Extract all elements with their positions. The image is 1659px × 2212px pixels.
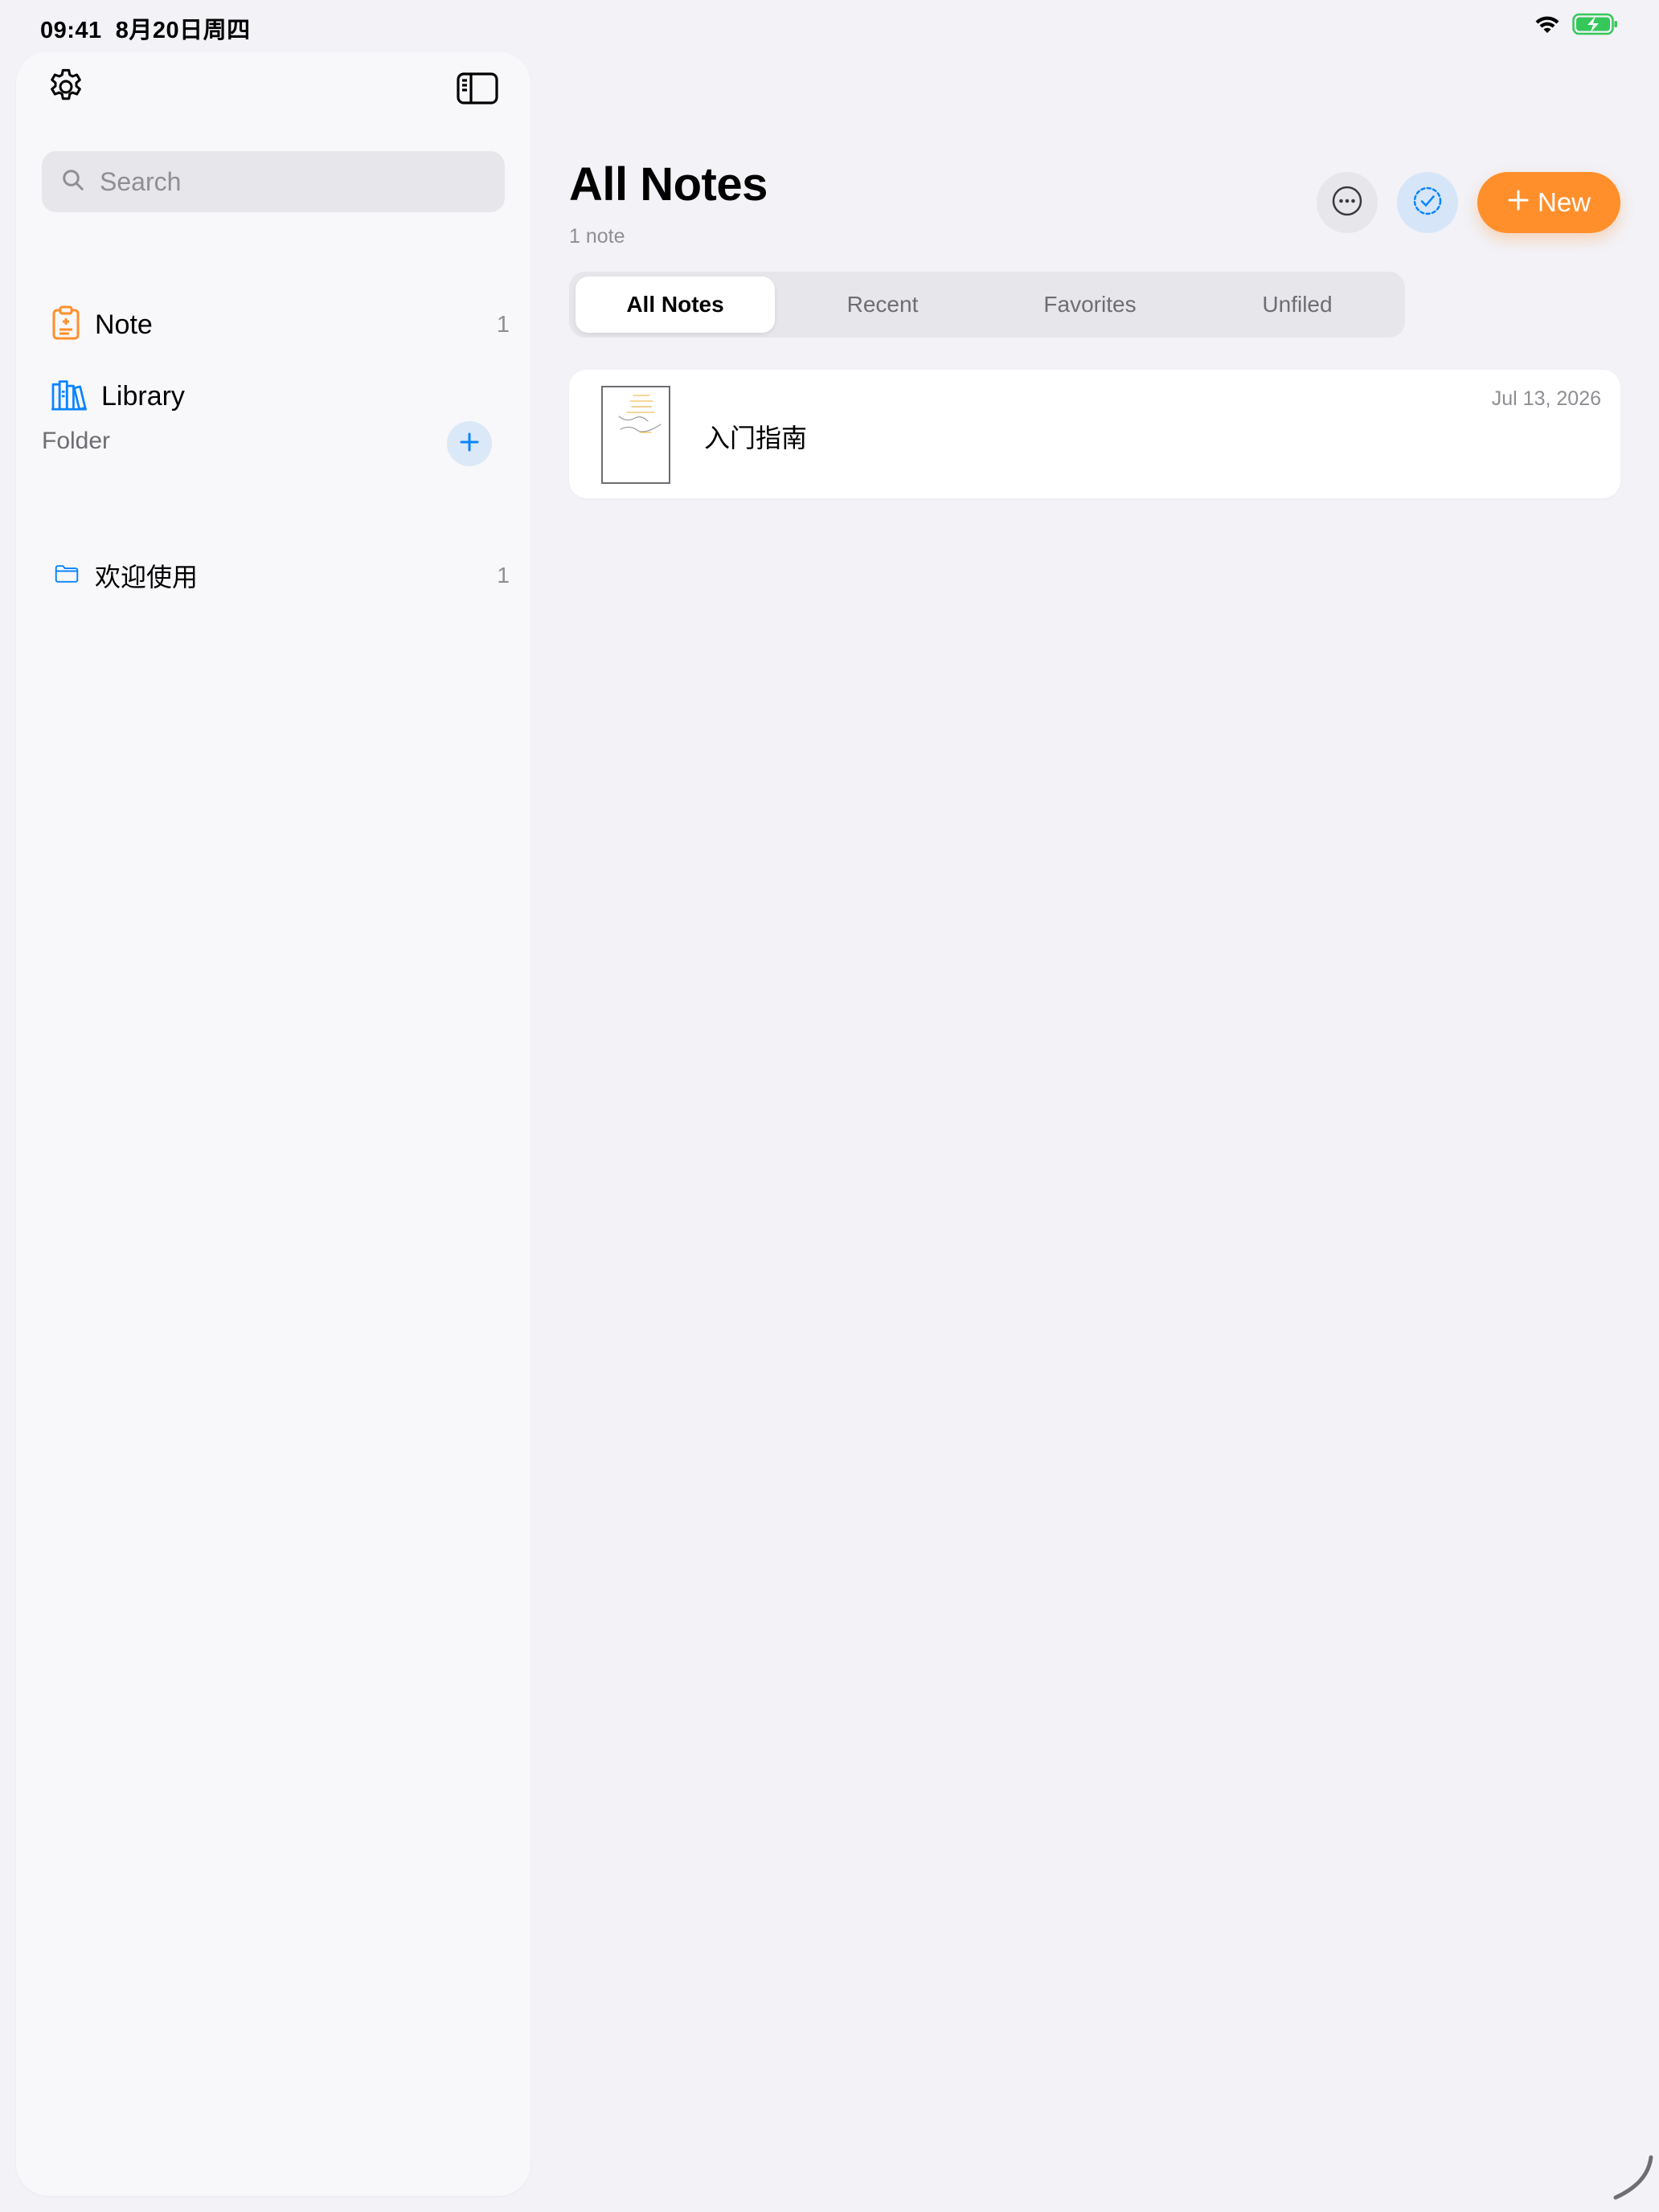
sidebar-item-library[interactable]: Library <box>51 367 510 425</box>
new-note-button[interactable]: New <box>1477 172 1620 233</box>
tab-favorites[interactable]: Favorites <box>990 276 1190 333</box>
note-thumbnail <box>601 386 670 484</box>
search-bar[interactable] <box>42 151 505 212</box>
ellipsis-circle-icon <box>1331 185 1363 221</box>
clipboard-icon <box>51 305 80 345</box>
search-icon <box>61 168 85 196</box>
note-date: Jul 13, 2026 <box>1491 387 1601 410</box>
pencil-stroke-icon <box>1608 2154 1656 2206</box>
note-card[interactable]: 入门指南 Jul 13, 2026 <box>569 370 1620 498</box>
sidebar-icon <box>457 72 498 109</box>
battery-charging-icon <box>1572 13 1619 39</box>
folder-icon <box>55 564 79 588</box>
note-title: 入门指南 <box>704 424 808 453</box>
sidebar-item-label: Note <box>95 309 153 340</box>
sidebar: Note 1 Library Folder <box>16 51 530 2196</box>
note-count: 1 note <box>569 225 625 248</box>
gear-icon <box>45 66 87 112</box>
settings-button[interactable] <box>42 64 90 113</box>
sidebar-toggle-button[interactable] <box>455 68 500 113</box>
plus-icon <box>1507 187 1530 218</box>
status-time: 09:41 8月20日周四 <box>40 18 251 43</box>
select-button[interactable] <box>1397 172 1458 233</box>
tab-recent[interactable]: Recent <box>783 276 982 333</box>
wifi-icon <box>1534 14 1561 39</box>
page-title: All Notes <box>569 158 768 211</box>
new-button-label: New <box>1537 187 1591 217</box>
folder-item-label: 欢迎使用 <box>95 563 199 592</box>
folder-item-welcome[interactable]: 欢迎使用 1 <box>55 547 510 604</box>
books-icon <box>51 379 87 415</box>
plus-icon <box>459 432 480 457</box>
sidebar-item-label: Library <box>101 380 185 412</box>
filter-tabs: All Notes Recent Favorites Unfiled <box>569 272 1405 338</box>
add-folder-button[interactable] <box>447 421 492 466</box>
checkmark-circle-dashed-icon <box>1411 185 1444 221</box>
folder-section-label: Folder <box>42 428 111 454</box>
sidebar-item-count: 1 <box>496 311 510 338</box>
tab-unfiled[interactable]: Unfiled <box>1198 276 1397 333</box>
status-bar: 09:41 8月20日周四 <box>0 0 1659 51</box>
folder-item-count: 1 <box>497 563 510 588</box>
status-date: 8月20日周四 <box>115 18 251 43</box>
status-icons <box>1534 13 1619 39</box>
tab-all-notes[interactable]: All Notes <box>576 276 775 333</box>
sidebar-item-note[interactable]: Note 1 <box>51 296 510 354</box>
search-input[interactable] <box>100 166 485 197</box>
more-options-button[interactable] <box>1317 172 1378 233</box>
